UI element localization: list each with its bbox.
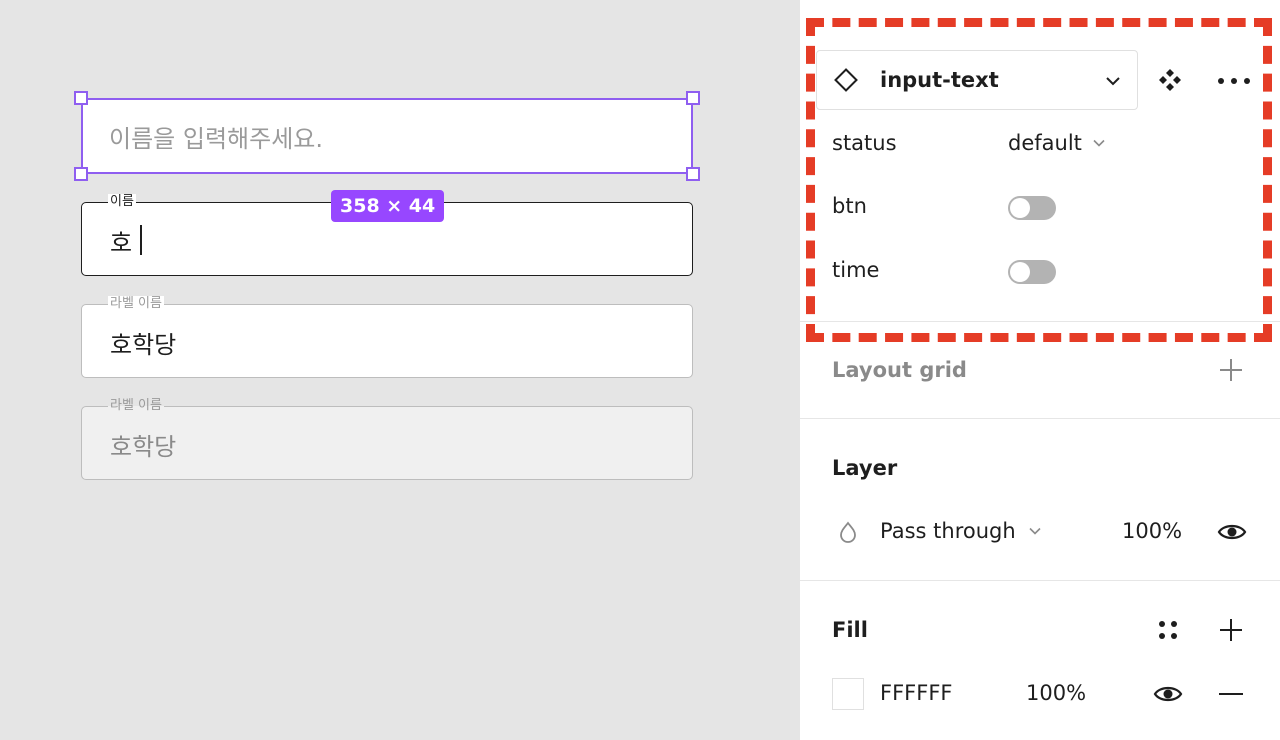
placeholder-text: 이름을 입력해주세요.: [109, 124, 323, 153]
field-value-row: 호: [110, 203, 143, 277]
resize-handle-top-left[interactable]: [74, 91, 88, 105]
field-value: 호: [110, 228, 133, 257]
blend-mode-drop-icon: [838, 521, 858, 543]
fill-hex-value[interactable]: FFFFFF: [880, 681, 952, 705]
go-to-main-component-icon[interactable]: [1158, 68, 1182, 92]
property-label-btn: btn: [832, 194, 867, 218]
text-caret: [140, 225, 143, 255]
time-toggle[interactable]: [1008, 260, 1056, 284]
component-select[interactable]: input-text: [816, 50, 1138, 110]
component-diamond-icon: [834, 68, 858, 92]
btn-toggle[interactable]: [1008, 196, 1056, 220]
status-value: default: [1008, 131, 1082, 155]
resize-handle-top-right[interactable]: [686, 91, 700, 105]
resize-handle-bottom-left[interactable]: [74, 167, 88, 181]
field-value: 호학당: [110, 432, 177, 461]
divider: [800, 418, 1280, 419]
more-options-icon[interactable]: [1217, 77, 1251, 85]
layer-title: Layer: [832, 456, 898, 480]
styles-grid-icon[interactable]: [1157, 619, 1179, 641]
input-placeholder-frame[interactable]: 이름을 입력해주세요.: [81, 98, 693, 174]
input-disabled-frame[interactable]: 라벨 이름 호학당: [81, 398, 693, 480]
property-label-time: time: [832, 258, 880, 282]
status-select[interactable]: default: [1008, 131, 1106, 155]
properties-panel: input-text status default btn time Layou…: [800, 0, 1280, 740]
input-filled-frame[interactable]: 라벨 이름 호학당: [81, 296, 693, 378]
design-canvas[interactable]: 이름을 입력해주세요. 이름 호 358 × 44 라벨 이름 호학당 라벨 이…: [0, 0, 800, 740]
chevron-down-icon: [1092, 136, 1106, 150]
fill-color-swatch[interactable]: [832, 678, 864, 710]
layer-opacity[interactable]: 100%: [1122, 519, 1182, 543]
eye-icon[interactable]: [1153, 683, 1183, 705]
divider: [800, 321, 1280, 322]
divider: [800, 580, 1280, 581]
component-name: input-text: [880, 68, 999, 92]
size-badge: 358 × 44: [331, 190, 445, 222]
field-value: 호학당: [110, 330, 177, 359]
eye-icon[interactable]: [1217, 521, 1247, 543]
property-label-status: status: [832, 131, 897, 155]
fill-opacity[interactable]: 100%: [1026, 681, 1086, 705]
add-fill-icon[interactable]: [1219, 618, 1243, 642]
layout-grid-title: Layout grid: [832, 358, 967, 382]
remove-fill-icon[interactable]: [1219, 693, 1243, 695]
add-layout-grid-icon[interactable]: [1219, 358, 1243, 382]
blend-mode-select[interactable]: Pass through: [880, 519, 1042, 543]
chevron-down-icon: [1028, 524, 1042, 538]
blend-mode-value: Pass through: [880, 519, 1016, 543]
fill-title: Fill: [832, 618, 868, 642]
resize-handle-bottom-right[interactable]: [686, 167, 700, 181]
chevron-down-icon: [1105, 73, 1121, 89]
